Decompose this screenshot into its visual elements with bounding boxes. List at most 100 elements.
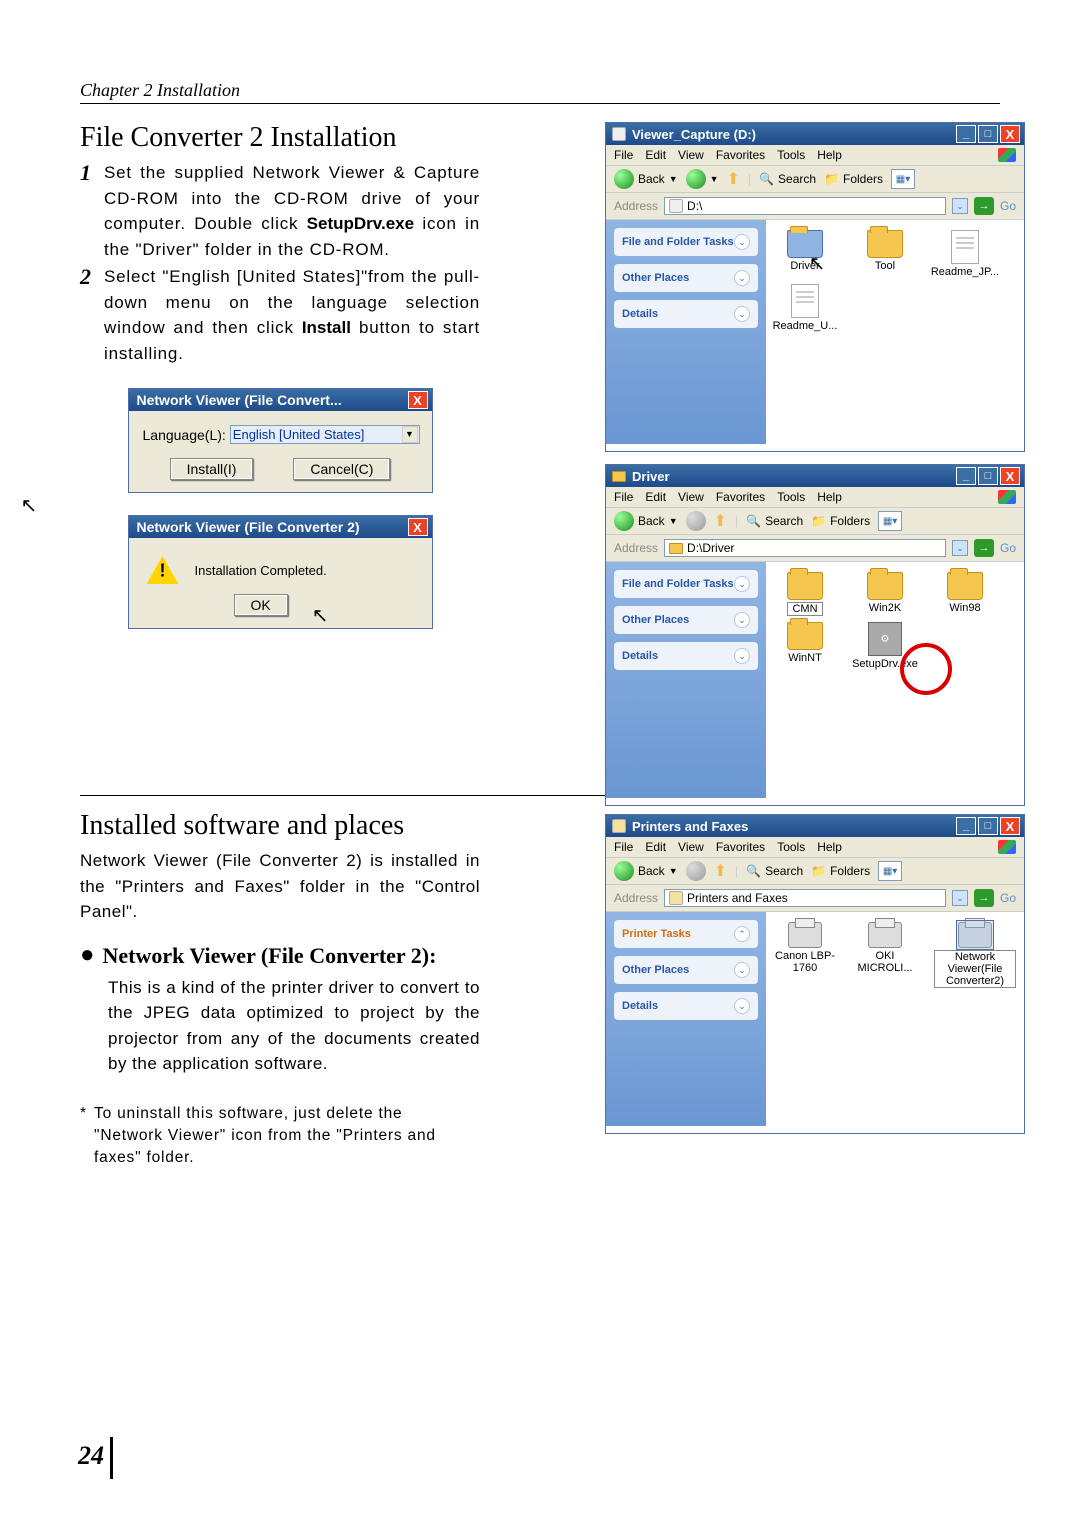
explorer-viewer-capture: Viewer_Capture (D:) _ □ X File Edit View… [605,122,1025,452]
menu-tools[interactable]: Tools [777,840,805,854]
section-title-installed: Installed software and places [80,810,480,842]
folders-button[interactable]: 📁Folders [811,514,870,528]
side-panel-other[interactable]: Other Places⌄ [614,606,758,634]
back-button[interactable]: Back ▼ [614,861,678,881]
menu-view[interactable]: View [678,840,704,854]
toolbar: Back ▼ ⬆ | 🔍Search 📁Folders ▦▾ [606,858,1024,885]
folder-item[interactable]: WinNT [774,622,836,670]
page-number-bar [110,1437,113,1479]
minimize-icon[interactable]: _ [956,467,976,485]
file-item[interactable]: Readme_U... [774,284,836,332]
folders-button[interactable]: 📁Folders [811,864,870,878]
menu-bar[interactable]: File Edit View Favorites Tools Help [606,145,1024,166]
dropdown-icon[interactable]: ▼ [402,426,418,443]
installed-para: Network Viewer (File Converter 2) is ins… [80,848,480,925]
language-select[interactable]: English [United States] [230,425,420,444]
printer-item-network-viewer[interactable]: Network Viewer(File Converter2) [934,922,1016,988]
maximize-icon[interactable]: □ [978,125,998,143]
views-button[interactable]: ▦▾ [878,511,902,531]
side-panel-printer-tasks[interactable]: Printer Tasks⌃ [614,920,758,948]
close-icon[interactable]: X [1000,125,1020,143]
folder-item[interactable]: CMN [774,572,836,616]
folder-item[interactable]: Tool [854,230,916,278]
side-panel-tasks[interactable]: File and Folder Tasks⌄ [614,570,758,598]
back-button[interactable]: Back ▼ [614,169,678,189]
side-panel-details[interactable]: Details⌄ [614,300,758,328]
menu-edit[interactable]: Edit [645,148,666,162]
address-dropdown-icon[interactable]: ⌄ [952,198,968,214]
menu-edit[interactable]: Edit [645,840,666,854]
menu-favorites[interactable]: Favorites [716,840,765,854]
address-field[interactable]: Printers and Faxes [664,889,946,907]
menu-help[interactable]: Help [817,840,842,854]
side-panel-details[interactable]: Details⌄ [614,992,758,1020]
up-icon[interactable]: ⬆ [714,861,727,881]
folder-item[interactable]: Win2K [854,572,916,616]
close-icon[interactable]: X [1000,467,1020,485]
menu-help[interactable]: Help [817,148,842,162]
search-button[interactable]: 🔍Search [746,514,803,528]
go-button[interactable]: → [974,197,994,215]
up-icon[interactable]: ⬆ [727,169,740,189]
close-icon[interactable]: X [408,518,428,536]
menu-view[interactable]: View [678,148,704,162]
side-panel-tasks[interactable]: File and Folder Tasks⌄ [614,228,758,256]
install-button[interactable]: Install(I) [170,458,254,480]
back-button[interactable]: Back ▼ [614,511,678,531]
go-button[interactable]: → [974,889,994,907]
menu-favorites[interactable]: Favorites [716,490,765,504]
folders-button[interactable]: 📁Folders [824,172,883,186]
address-dropdown-icon[interactable]: ⌄ [952,540,968,556]
side-panel-other[interactable]: Other Places⌄ [614,264,758,292]
minimize-icon[interactable]: _ [956,817,976,835]
menu-favorites[interactable]: Favorites [716,148,765,162]
maximize-icon[interactable]: □ [978,467,998,485]
dialog-completed: Network Viewer (File Converter 2) X Inst… [128,515,433,629]
views-button[interactable]: ▦▾ [891,169,915,189]
menu-help[interactable]: Help [817,490,842,504]
address-label: Address [614,199,658,213]
toolbar: Back ▼ ⬆ | 🔍Search 📁Folders ▦▾ [606,508,1024,535]
menu-tools[interactable]: Tools [777,148,805,162]
menu-view[interactable]: View [678,490,704,504]
warning-icon [147,556,179,584]
close-icon[interactable]: X [408,391,428,409]
side-panel-other[interactable]: Other Places⌄ [614,956,758,984]
toolbar: Back ▼ ▼ ⬆ | 🔍Search 📁Folders ▦▾ [606,166,1024,193]
address-dropdown-icon[interactable]: ⌄ [952,890,968,906]
menu-edit[interactable]: Edit [645,490,666,504]
address-field[interactable]: D:\Driver [664,539,946,557]
chapter-header: Chapter 2 Installation [80,80,1000,104]
disk-icon [612,127,626,141]
search-button[interactable]: 🔍Search [746,864,803,878]
page-number: 24 [78,1441,104,1471]
menu-bar[interactable]: File Edit View Favorites Tools Help [606,487,1024,508]
folder-item[interactable]: Driver↖ [774,230,836,278]
file-item-setup[interactable]: ⚙SetupDrv.exe [854,622,916,670]
menu-file[interactable]: File [614,490,633,504]
search-button[interactable]: 🔍Search [759,172,816,186]
menu-bar[interactable]: File Edit View Favorites Tools Help [606,837,1024,858]
maximize-icon[interactable]: □ [978,817,998,835]
printer-item[interactable]: OKI MICROLI... [854,922,916,988]
forward-button [686,861,706,881]
minimize-icon[interactable]: _ [956,125,976,143]
window-title: Printers and Faxes [632,819,748,834]
up-icon[interactable]: ⬆ [714,511,727,531]
menu-file[interactable]: File [614,148,633,162]
menu-tools[interactable]: Tools [777,490,805,504]
file-item[interactable]: Readme_JP... [934,230,996,278]
ok-button[interactable]: OK [234,594,288,616]
address-field[interactable]: D:\ [664,197,946,215]
menu-file[interactable]: File [614,840,633,854]
cancel-button[interactable]: Cancel(C) [293,458,390,480]
go-button[interactable]: → [974,539,994,557]
side-panel-details[interactable]: Details⌄ [614,642,758,670]
views-button[interactable]: ▦▾ [878,861,902,881]
folder-item[interactable]: Win98 [934,572,996,616]
step-2: 2 Select "English [United States]"from t… [80,264,480,366]
forward-button[interactable]: ▼ [686,169,719,189]
dialog-language-title: Network Viewer (File Convert... [137,392,342,408]
printer-item[interactable]: Canon LBP-1760 [774,922,836,988]
close-icon[interactable]: X [1000,817,1020,835]
